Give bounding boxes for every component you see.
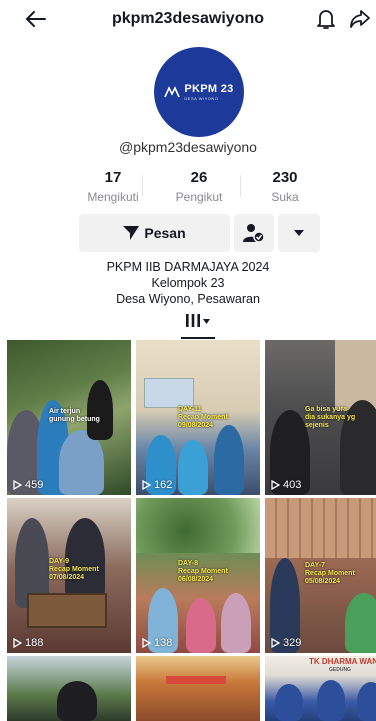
stat-followers-count: 26 xyxy=(190,169,208,186)
door-shape xyxy=(335,340,376,410)
logo-mark-icon xyxy=(164,86,181,98)
stat-following-count: 17 xyxy=(104,169,122,186)
building-sign: TK DHARMA WAN GEDUNG xyxy=(309,657,376,674)
stat-followers-label: Pengikut xyxy=(175,190,223,204)
avatar-sub-text: DESA WIYONO xyxy=(184,95,219,101)
top-bar: pkpm23desawiyono xyxy=(0,0,376,40)
brick-wall-shape xyxy=(265,498,376,558)
play-icon xyxy=(142,480,151,490)
video-thumbnail[interactable]: DAY-9 Recap Moment 07/08/2024 188 xyxy=(7,498,131,653)
video-thumbnail[interactable] xyxy=(7,656,131,721)
video-view-count: 329 xyxy=(271,637,301,649)
video-view-count: 459 xyxy=(13,479,43,491)
video-view-count: 403 xyxy=(271,479,301,491)
bio-line: Kelompok 23 xyxy=(151,276,225,290)
arrow-left-icon xyxy=(26,11,46,27)
grid-columns-icon xyxy=(186,314,200,327)
video-caption: DAY-9 Recap Moment 07/08/2024 xyxy=(49,558,99,581)
profile-stats: 17 Mengikuti 26 Pengikut 230 Suka xyxy=(0,169,376,209)
table-shape xyxy=(27,593,107,628)
profile-bio: PKPM IIB DARMAJAYA 2024 Kelompok 23 Desa… xyxy=(0,259,376,307)
wall-poster xyxy=(144,378,194,408)
person-shape xyxy=(357,682,376,721)
person-shape xyxy=(178,440,208,495)
stat-following[interactable]: 17 Mengikuti xyxy=(68,169,158,205)
bio-line: PKPM IIB DARMAJAYA 2024 xyxy=(106,260,270,274)
awning-shape xyxy=(166,676,226,684)
video-thumbnail[interactable]: Air terjun gunung betung 459 xyxy=(7,340,131,495)
video-caption: DAY-11 Recap Moment 09/08/2024 xyxy=(178,406,228,429)
active-tab-indicator xyxy=(181,337,215,339)
share-icon xyxy=(350,10,370,28)
person-shape xyxy=(186,598,216,653)
stat-likes[interactable]: 230 Suka xyxy=(240,169,330,205)
video-thumbnail[interactable]: DAY-11 Recap Moment 09/08/2024 162 xyxy=(136,340,260,495)
play-icon xyxy=(13,638,22,648)
video-caption: Air terjun gunung betung xyxy=(49,408,100,423)
video-caption: DAY-7 Recap Moment 05/08/2024 xyxy=(305,562,355,585)
caret-down-icon xyxy=(203,319,210,324)
tree-shape xyxy=(136,498,260,553)
person-shape xyxy=(275,684,303,721)
video-thumbnail[interactable]: Ga bisa yura dia sukanya yg sejenis 403 xyxy=(265,340,376,495)
video-view-count: 162 xyxy=(142,479,172,491)
user-check-icon xyxy=(243,224,265,243)
video-view-count: 188 xyxy=(13,637,43,649)
share-button[interactable] xyxy=(348,7,374,31)
video-view-count: 138 xyxy=(142,637,172,649)
play-icon xyxy=(271,480,280,490)
avatar-logo: PKPM 23 DESA WIYONO xyxy=(164,82,234,101)
send-icon xyxy=(123,226,140,240)
bio-line: Desa Wiyono, Pesawaran xyxy=(116,292,260,306)
person-shape xyxy=(345,593,376,653)
content-tab-bar xyxy=(0,310,376,340)
bell-icon xyxy=(317,10,335,29)
message-button[interactable]: Pesan xyxy=(79,214,230,252)
stat-likes-count: 230 xyxy=(272,169,298,186)
stat-followers[interactable]: 26 Pengikut xyxy=(154,169,244,205)
video-thumbnail[interactable]: DAY-7 Recap Moment 05/08/2024 329 xyxy=(265,498,376,653)
person-shape xyxy=(317,680,345,721)
video-thumbnail[interactable]: TK DHARMA WAN GEDUNG xyxy=(265,656,376,721)
video-caption: Ga bisa yura dia sukanya yg sejenis xyxy=(305,406,356,429)
stat-divider xyxy=(142,175,143,197)
message-button-label: Pesan xyxy=(144,225,186,241)
person-shape xyxy=(57,681,97,721)
video-thumbnail[interactable]: DAY-8 Recap Moment 06/08/2024 138 xyxy=(136,498,260,653)
tab-videos[interactable] xyxy=(178,310,218,339)
avatar-brand-text: PKPM 23 xyxy=(184,82,234,95)
person-shape xyxy=(214,425,244,495)
profile-handle: @pkpm23desawiyono xyxy=(119,139,257,155)
video-caption: DAY-8 Recap Moment 06/08/2024 xyxy=(178,560,228,583)
more-options-button[interactable] xyxy=(278,214,320,252)
stat-likes-label: Suka xyxy=(271,190,299,204)
profile-avatar[interactable]: PKPM 23 DESA WIYONO xyxy=(154,47,244,137)
follow-status-button[interactable] xyxy=(234,214,274,252)
caret-down-icon xyxy=(294,230,304,236)
person-shape xyxy=(221,593,251,653)
back-button[interactable] xyxy=(22,8,48,30)
play-icon xyxy=(271,638,280,648)
stat-following-label: Mengikuti xyxy=(87,190,139,204)
notification-button[interactable] xyxy=(314,7,340,31)
video-thumbnail[interactable] xyxy=(136,656,260,721)
play-icon xyxy=(142,638,151,648)
play-icon xyxy=(13,480,22,490)
